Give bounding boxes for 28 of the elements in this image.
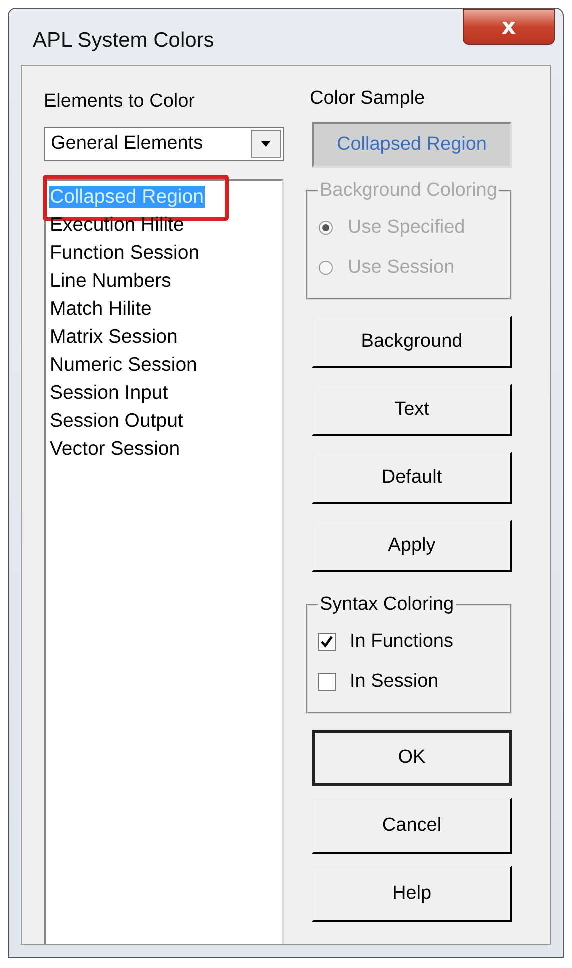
action-button[interactable]: Text (312, 384, 512, 436)
element-group-dropdown[interactable]: General Elements (44, 127, 284, 161)
close-button[interactable]: x (463, 9, 555, 45)
checkbox-label[interactable]: In Session (350, 671, 439, 693)
list-item[interactable]: Session Output (49, 410, 184, 432)
dialog-button[interactable]: Help (312, 866, 512, 922)
window-title: APL System Colors (33, 29, 214, 53)
group-title: Syntax Coloring (319, 594, 456, 616)
dialog-button[interactable]: Cancel (312, 798, 512, 854)
checkbox-label[interactable]: In Functions (350, 631, 454, 653)
elements-label: Elements to Color (44, 91, 196, 113)
color-sample-label: Color Sample (310, 88, 426, 110)
list-item[interactable]: Execution Hilite (49, 214, 186, 236)
list-item[interactable]: Numeric Session (49, 354, 198, 376)
color-sample: Collapsed Region (312, 122, 512, 168)
action-button[interactable]: Background (312, 316, 512, 368)
list-item[interactable]: Session Input (49, 382, 170, 404)
list-item[interactable]: Line Numbers (49, 270, 172, 292)
list-item[interactable]: Vector Session (49, 438, 182, 460)
dialog-button[interactable]: OK (312, 730, 512, 786)
list-item[interactable]: Match Hilite (49, 298, 153, 320)
group-title: Background Coloring (319, 180, 498, 202)
action-button[interactable]: Apply (312, 520, 512, 572)
checkbox[interactable] (318, 633, 336, 651)
list-item[interactable]: Matrix Session (49, 326, 179, 348)
list-item[interactable]: Function Session (49, 242, 201, 264)
action-button[interactable]: Default (312, 452, 512, 504)
checkbox[interactable] (318, 673, 336, 691)
